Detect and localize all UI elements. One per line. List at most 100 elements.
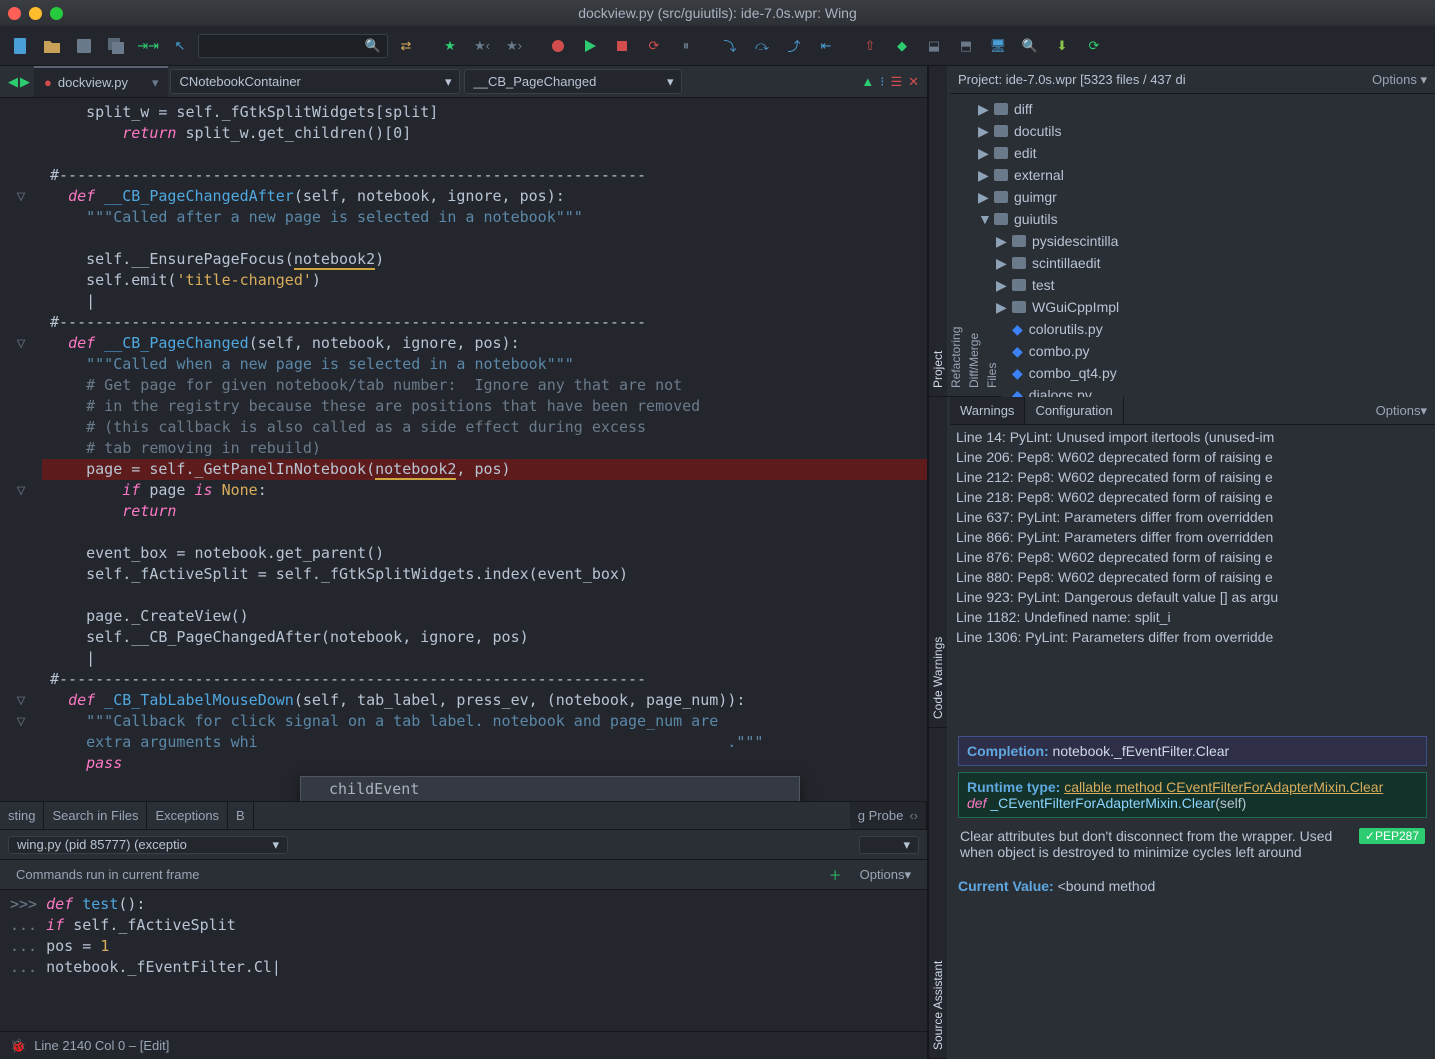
debug-console[interactable]: >>> def test():... if self._fActiveSplit…: [0, 890, 927, 1031]
save-icon[interactable]: [70, 32, 98, 60]
side-tab-project[interactable]: Project: [929, 66, 947, 397]
next-bookmark-icon[interactable]: ★›: [500, 32, 528, 60]
open-file-icon[interactable]: [38, 32, 66, 60]
chevron-down-icon: ▾: [445, 74, 452, 90]
warning-row[interactable]: Line 206: Pep8: W602 deprecated form of …: [956, 447, 1429, 467]
bookmark-star-icon[interactable]: ★: [436, 32, 464, 60]
editor-tabbar: ◀ ▶ ● dockview.py ▾ CNotebookContainer ▾…: [0, 66, 927, 98]
chevron-right-icon[interactable]: ›: [914, 808, 918, 823]
bug-icon[interactable]: ☰: [890, 74, 902, 90]
chevron-down-icon[interactable]: ▾: [152, 75, 159, 91]
step-over-icon[interactable]: ⤼: [748, 32, 776, 60]
close-tab-icon[interactable]: ✕: [908, 74, 919, 90]
method-selector[interactable]: __CB_PageChanged ▾: [464, 69, 682, 94]
pointer-icon[interactable]: ↖: [166, 32, 194, 60]
tree-row[interactable]: ▶WGuiCppImpl: [950, 296, 1435, 318]
warnings-list[interactable]: Line 14: PyLint: Unused import itertools…: [950, 425, 1435, 728]
bottom-tab[interactable]: Search in Files: [44, 802, 147, 829]
project-tree[interactable]: ▶diff▶docutils▶edit▶external▶guimgr▼guiu…: [950, 94, 1435, 397]
debug-options[interactable]: Options ▾: [850, 867, 921, 883]
find-icon[interactable]: 🔍: [1016, 32, 1044, 60]
tree-row[interactable]: ◆dialogs.py: [950, 384, 1435, 397]
warning-icon[interactable]: ▲: [861, 74, 874, 89]
tree-row[interactable]: ▶pysidescintilla: [950, 230, 1435, 252]
find-replace-icon[interactable]: ⇄: [392, 32, 420, 60]
toolbar-search[interactable]: 🔍: [198, 34, 388, 58]
debug-run-icon[interactable]: [576, 32, 604, 60]
side-tab-code-warnings[interactable]: Code Warnings: [929, 397, 947, 728]
add-icon[interactable]: ＋: [829, 865, 842, 884]
autocomplete-popup[interactable]: childEventchildrenClearconnectNotifycust…: [300, 776, 800, 801]
tree-row[interactable]: ◆combo.py: [950, 340, 1435, 362]
warning-row[interactable]: Line 14: PyLint: Unused import itertools…: [956, 427, 1429, 447]
tab-nav-back-icon[interactable]: ◀: [8, 74, 18, 90]
side-tab-refactoring[interactable]: Refactoring: [947, 66, 965, 397]
tree-row[interactable]: ◆colorutils.py: [950, 318, 1435, 340]
step-into-icon[interactable]: ⤵: [716, 32, 744, 60]
step-out-icon[interactable]: ⤴: [780, 32, 808, 60]
configuration-tab[interactable]: Configuration: [1025, 397, 1123, 424]
indent-icon[interactable]: ⇥⇥: [134, 32, 162, 60]
warnings-options[interactable]: Options ▾: [1368, 397, 1435, 424]
warning-row[interactable]: Line 880: Pep8: W602 deprecated form of …: [956, 567, 1429, 587]
class-selector[interactable]: CNotebookContainer ▾: [170, 69, 460, 94]
debug-probe-tab[interactable]: g Probe ‹ ›: [850, 802, 927, 829]
zoom-window-button[interactable]: [50, 7, 63, 20]
debug-pause-icon[interactable]: ⏸: [672, 32, 700, 60]
file-tab[interactable]: ● dockview.py ▾: [34, 66, 168, 97]
warning-row[interactable]: Line 1306: PyLint: Parameters differ fro…: [956, 627, 1429, 647]
save-all-icon[interactable]: [102, 32, 130, 60]
vcs-update-icon[interactable]: ⬒: [952, 32, 980, 60]
debug-restart-icon[interactable]: ⟳: [640, 32, 668, 60]
options-icon[interactable]: ⁝: [880, 74, 884, 90]
step-return-icon[interactable]: ⇤: [812, 32, 840, 60]
side-tab-files[interactable]: Files: [983, 66, 1001, 397]
window-controls: [8, 7, 63, 20]
warnings-tab[interactable]: Warnings: [950, 397, 1025, 424]
tree-row[interactable]: ▶diff: [950, 98, 1435, 120]
debug-frame-selector[interactable]: ▾: [859, 836, 919, 854]
refresh-icon[interactable]: ⟳: [1080, 32, 1108, 60]
prev-bookmark-icon[interactable]: ★‹: [468, 32, 496, 60]
download-icon[interactable]: ⬇: [1048, 32, 1076, 60]
side-tab-diffmerge[interactable]: Diff/Merge: [965, 66, 983, 397]
project-options[interactable]: Options ▾: [1372, 72, 1427, 88]
debug-process-selector[interactable]: wing.py (pid 85777) (exceptio ▾: [8, 836, 288, 854]
warnings-side-tabs: Code Warnings: [928, 397, 950, 728]
warning-row[interactable]: Line 866: PyLint: Parameters differ from…: [956, 527, 1429, 547]
side-tab-source-assistant[interactable]: Source Assistant: [929, 728, 947, 1059]
tree-row[interactable]: ▶test: [950, 274, 1435, 296]
vcs-icon[interactable]: ◆: [888, 32, 916, 60]
minimize-window-button[interactable]: [29, 7, 42, 20]
tree-row[interactable]: ▶edit: [950, 142, 1435, 164]
assistant-side-tabs: Source Assistant: [928, 728, 950, 1059]
warning-row[interactable]: Line 1182: Undefined name: split_i: [956, 607, 1429, 627]
remote-icon[interactable]: 🖥: [984, 32, 1012, 60]
tree-row[interactable]: ▶guimgr: [950, 186, 1435, 208]
bottom-tab[interactable]: B: [228, 802, 254, 829]
tree-row[interactable]: ▶external: [950, 164, 1435, 186]
debug-stop-icon[interactable]: [608, 32, 636, 60]
bottom-tab[interactable]: Exceptions: [147, 802, 228, 829]
code-editor[interactable]: ▽▽▽▽▽ split_w = self._fGtkSplitWidgets[s…: [0, 98, 927, 801]
tree-row[interactable]: ▼guiutils: [950, 208, 1435, 230]
close-window-button[interactable]: [8, 7, 21, 20]
autocomplete-item[interactable]: childEvent: [301, 777, 799, 801]
breakpoint-icon[interactable]: [544, 32, 572, 60]
new-file-icon[interactable]: [6, 32, 34, 60]
warning-row[interactable]: Line 923: PyLint: Dangerous default valu…: [956, 587, 1429, 607]
search-icon: 🔍: [365, 38, 381, 54]
tree-row[interactable]: ▶scintillaedit: [950, 252, 1435, 274]
warning-row[interactable]: Line 637: PyLint: Parameters differ from…: [956, 507, 1429, 527]
code-content[interactable]: split_w = self._fGtkSplitWidgets[split] …: [42, 98, 927, 801]
tree-row[interactable]: ▶docutils: [950, 120, 1435, 142]
tab-nav-fwd-icon[interactable]: ▶: [20, 74, 30, 90]
vcs-commit-icon[interactable]: ⬓: [920, 32, 948, 60]
bottom-tab[interactable]: sting: [0, 802, 44, 829]
warning-row[interactable]: Line 212: Pep8: W602 deprecated form of …: [956, 467, 1429, 487]
warning-row[interactable]: Line 218: Pep8: W602 deprecated form of …: [956, 487, 1429, 507]
runtime-type-link[interactable]: callable method CEventFilterForAdapterMi…: [1064, 779, 1383, 795]
warning-row[interactable]: Line 876: Pep8: W602 deprecated form of …: [956, 547, 1429, 567]
tree-row[interactable]: ◆combo_qt4.py: [950, 362, 1435, 384]
stack-up-icon[interactable]: ⇧: [856, 32, 884, 60]
